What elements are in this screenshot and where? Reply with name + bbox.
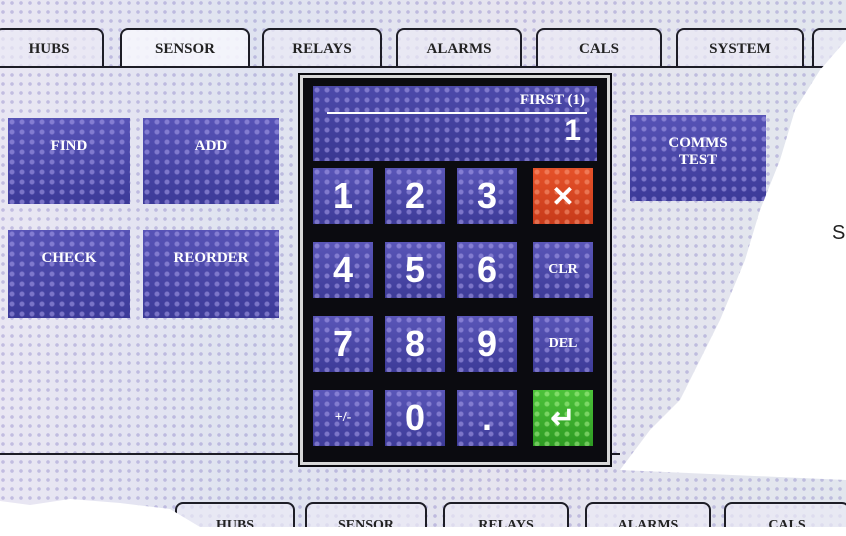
display-underline <box>327 112 587 114</box>
add-button[interactable]: ADD <box>143 118 279 204</box>
check-button[interactable]: CHECK <box>8 230 130 318</box>
tab-cals[interactable]: CALS <box>536 28 662 68</box>
key-5[interactable]: 5 <box>383 240 447 300</box>
tab-bar: HUBS SENSOR RELAYS ALARMS CALS SYSTEM <box>0 28 846 68</box>
decimal-point-button[interactable]: . <box>455 388 519 448</box>
key-6[interactable]: 6 <box>455 240 519 300</box>
key-8[interactable]: 8 <box>383 314 447 374</box>
numeric-keypad: FIRST (1) 1 1 2 3 ✕ 4 5 6 CLR 7 8 9 DEL … <box>298 73 612 467</box>
bottom-tab-alarms[interactable]: ALARMS <box>585 502 711 527</box>
tab-system[interactable]: SYSTEM <box>676 28 804 68</box>
key-2[interactable]: 2 <box>383 166 447 226</box>
key-7[interactable]: 7 <box>311 314 375 374</box>
key-0[interactable]: 0 <box>383 388 447 448</box>
reorder-label: REORDER <box>173 250 249 266</box>
stray-letter: S <box>832 222 846 244</box>
tab-divider <box>0 66 846 68</box>
bottom-tab-relays[interactable]: RELAYS <box>443 502 569 527</box>
key-9[interactable]: 9 <box>455 314 519 374</box>
reorder-button[interactable]: REORDER <box>143 230 279 318</box>
find-label: FIND <box>50 138 88 154</box>
key-4[interactable]: 4 <box>311 240 375 300</box>
clear-button[interactable]: CLR <box>531 240 595 300</box>
tab-relays[interactable]: RELAYS <box>262 28 382 68</box>
key-3[interactable]: 3 <box>455 166 519 226</box>
comms-test-label-2: TEST <box>678 152 718 168</box>
enter-button[interactable]: ↵ <box>531 388 595 448</box>
bottom-tab-sensor[interactable]: SENSOR <box>305 502 427 527</box>
tab-hubs[interactable]: HUBS <box>0 28 104 68</box>
sign-toggle-button[interactable]: +/- <box>311 388 375 448</box>
tab-partial[interactable] <box>812 28 846 68</box>
keypad-field-label: FIRST (1) <box>519 92 585 108</box>
find-button[interactable]: FIND <box>8 118 130 204</box>
add-label: ADD <box>194 138 228 154</box>
comms-test-button[interactable]: COMMS TEST <box>630 115 766 201</box>
bottom-tab-hubs[interactable]: HUBS <box>175 502 295 527</box>
bottom-tab-cals[interactable]: CALS <box>724 502 846 527</box>
tab-sensor[interactable]: SENSOR <box>120 28 250 68</box>
check-label: CHECK <box>41 250 97 266</box>
cancel-button[interactable]: ✕ <box>531 166 595 226</box>
tab-alarms[interactable]: ALARMS <box>396 28 522 68</box>
keypad-display: FIRST (1) 1 <box>313 86 597 161</box>
comms-test-label-1: COMMS <box>668 135 728 151</box>
key-1[interactable]: 1 <box>311 166 375 226</box>
keypad-value: 1 <box>564 114 581 147</box>
delete-button[interactable]: DEL <box>531 314 595 374</box>
